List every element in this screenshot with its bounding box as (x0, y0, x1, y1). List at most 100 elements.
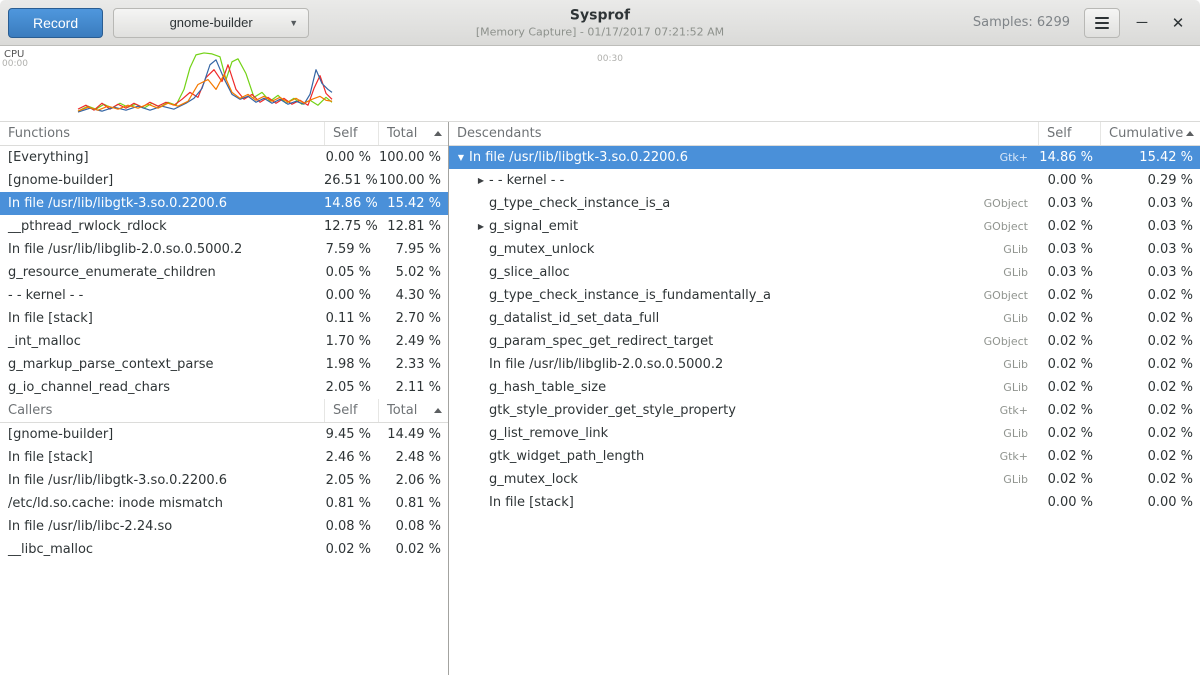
function-name-cell: In file /usr/lib/libgtk-3.so.0.2200.6 (0, 196, 324, 211)
column-header-cumulative[interactable]: Cumulative (1100, 122, 1200, 145)
function-name-cell: __libc_malloc (0, 542, 324, 557)
function-name: In file /usr/lib/libgtk-3.so.0.2200.6 (469, 150, 688, 165)
table-row[interactable]: In file [stack]0.11 %2.70 % (0, 307, 448, 330)
expander-closed-icon[interactable]: ▶ (473, 222, 489, 231)
tree-row[interactable]: g_mutex_lockGLib0.02 %0.02 % (449, 468, 1200, 491)
column-header-descendants[interactable]: Descendants (449, 122, 1038, 145)
functions-table: [Everything]0.00 %100.00 %[gnome-builder… (0, 146, 448, 399)
tree-row[interactable]: gtk_widget_path_lengthGtk+0.02 %0.02 % (449, 445, 1200, 468)
function-name-cell: g_io_channel_read_chars (0, 380, 324, 395)
table-row[interactable]: In file /usr/lib/libc-2.24.so0.08 %0.08 … (0, 515, 448, 538)
table-row[interactable]: _int_malloc1.70 %2.49 % (0, 330, 448, 353)
table-row[interactable]: In file /usr/lib/libgtk-3.so.0.2200.614.… (0, 192, 448, 215)
cumulative-percent-cell: 0.03 % (1100, 242, 1200, 257)
function-name: g_type_check_instance_is_a (489, 196, 670, 211)
library-tag: GLib (1003, 381, 1038, 394)
total-percent-cell: 14.49 % (378, 427, 448, 442)
table-row[interactable]: [gnome-builder]9.45 %14.49 % (0, 423, 448, 446)
tree-row[interactable]: g_type_check_instance_is_aGObject0.03 %0… (449, 192, 1200, 215)
tree-row[interactable]: g_slice_allocGLib0.03 %0.03 % (449, 261, 1200, 284)
total-percent-cell: 100.00 % (378, 173, 448, 188)
record-button[interactable]: Record (8, 8, 103, 38)
library-tag: GLib (1003, 358, 1038, 371)
library-tag: GObject (984, 220, 1038, 233)
cumulative-percent-cell: 0.03 % (1100, 219, 1200, 234)
column-header-total[interactable]: Total (378, 122, 448, 145)
cumulative-percent-cell: 15.42 % (1100, 150, 1200, 165)
tree-row[interactable]: In file /usr/lib/libglib-2.0.so.0.5000.2… (449, 353, 1200, 376)
cpu-timeline[interactable]: CPU 00:00 00:30 (0, 46, 1200, 122)
descendant-name-cell: g_list_remove_linkGLib (449, 426, 1038, 441)
minimize-button[interactable]: ─ (1128, 9, 1156, 37)
function-name: g_datalist_id_set_data_full (489, 311, 659, 326)
tree-row[interactable]: g_datalist_id_set_data_fullGLib0.02 %0.0… (449, 307, 1200, 330)
table-row[interactable]: [gnome-builder]26.51 %100.00 % (0, 169, 448, 192)
function-name: In file [stack] (489, 495, 574, 510)
tree-row[interactable]: g_type_check_instance_is_fundamentally_a… (449, 284, 1200, 307)
self-percent-cell: 0.03 % (1038, 242, 1100, 257)
library-tag: GObject (984, 289, 1038, 302)
library-tag: Gtk+ (1000, 404, 1038, 417)
self-percent-cell: 0.81 % (324, 496, 378, 511)
function-name-cell: [gnome-builder] (0, 427, 324, 442)
function-name: g_slice_alloc (489, 265, 570, 280)
callers-table-header: Callers Self Total (0, 399, 448, 423)
total-percent-cell: 0.08 % (378, 519, 448, 534)
hamburger-icon (1095, 17, 1109, 19)
descendant-name-cell: g_datalist_id_set_data_full GLib (449, 311, 1038, 326)
function-name: g_mutex_unlock (489, 242, 594, 257)
function-name-cell: g_resource_enumerate_children (0, 265, 324, 280)
function-name: - - kernel - - (489, 173, 564, 188)
tree-row[interactable]: gtk_style_provider_get_style_propertyGtk… (449, 399, 1200, 422)
tree-row[interactable]: ▶g_signal_emitGObject0.02 %0.03 % (449, 215, 1200, 238)
expander-closed-icon[interactable]: ▶ (473, 176, 489, 185)
library-tag: GLib (1003, 312, 1038, 325)
tree-row[interactable]: In file [stack]0.00 %0.00 % (449, 491, 1200, 514)
table-row[interactable]: In file [stack]2.46 %2.48 % (0, 446, 448, 469)
close-button[interactable]: ✕ (1164, 9, 1192, 37)
table-row[interactable]: /etc/ld.so.cache: inode mismatch0.81 %0.… (0, 492, 448, 515)
timeline-time-start: 00:00 (2, 59, 28, 69)
column-header-self[interactable]: Self (324, 399, 378, 422)
column-header-callers[interactable]: Callers (0, 399, 324, 422)
table-row[interactable]: In file /usr/lib/libglib-2.0.so.0.5000.2… (0, 238, 448, 261)
descendant-name-cell: In file /usr/lib/libglib-2.0.so.0.5000.2… (449, 357, 1038, 372)
column-header-self[interactable]: Self (324, 122, 378, 145)
self-percent-cell: 0.02 % (1038, 426, 1100, 441)
table-row[interactable]: __pthread_rwlock_rdlock12.75 %12.81 % (0, 215, 448, 238)
descendant-name-cell: g_mutex_unlock GLib (449, 242, 1038, 257)
tree-row[interactable]: g_list_remove_linkGLib0.02 %0.02 % (449, 422, 1200, 445)
right-pane: Descendants Self Cumulative ▼In file /us… (449, 122, 1200, 675)
table-row[interactable]: __libc_malloc0.02 %0.02 % (0, 538, 448, 561)
total-percent-cell: 4.30 % (378, 288, 448, 303)
process-selector-label: gnome-builder (170, 15, 253, 30)
table-row[interactable]: [Everything]0.00 %100.00 % (0, 146, 448, 169)
table-row[interactable]: In file /usr/lib/libgtk-3.so.0.2200.62.0… (0, 469, 448, 492)
table-row[interactable]: g_resource_enumerate_children0.05 %5.02 … (0, 261, 448, 284)
tree-row[interactable]: ▼In file /usr/lib/libgtk-3.so.0.2200.6Gt… (449, 146, 1200, 169)
process-selector[interactable]: gnome-builder ▼ (113, 8, 309, 38)
column-header-functions[interactable]: Functions (0, 122, 324, 145)
left-pane: Functions Self Total [Everything]0.00 %1… (0, 122, 449, 675)
table-row[interactable]: - - kernel - -0.00 %4.30 % (0, 284, 448, 307)
tree-row[interactable]: g_mutex_unlockGLib0.03 %0.03 % (449, 238, 1200, 261)
header-right-controls: Samples: 6299 ─ ✕ (973, 8, 1192, 38)
table-row[interactable]: g_markup_parse_context_parse1.98 %2.33 % (0, 353, 448, 376)
cumulative-percent-cell: 0.03 % (1100, 196, 1200, 211)
tree-row[interactable]: g_hash_table_sizeGLib0.02 %0.02 % (449, 376, 1200, 399)
total-percent-cell: 7.95 % (378, 242, 448, 257)
function-name: g_mutex_lock (489, 472, 578, 487)
table-row[interactable]: g_io_channel_read_chars2.05 %2.11 % (0, 376, 448, 399)
cumulative-percent-cell: 0.02 % (1100, 380, 1200, 395)
column-header-self[interactable]: Self (1038, 122, 1100, 145)
tree-row[interactable]: ▶- - kernel - -0.00 %0.29 % (449, 169, 1200, 192)
cumulative-percent-cell: 0.02 % (1100, 449, 1200, 464)
self-percent-cell: 0.02 % (1038, 288, 1100, 303)
column-header-total[interactable]: Total (378, 399, 448, 422)
menu-button[interactable] (1084, 8, 1120, 38)
expander-open-icon[interactable]: ▼ (453, 153, 469, 162)
library-tag: GLib (1003, 243, 1038, 256)
descendant-name-cell: g_param_spec_get_redirect_targetGObject (449, 334, 1038, 349)
cumulative-percent-cell: 0.02 % (1100, 334, 1200, 349)
tree-row[interactable]: g_param_spec_get_redirect_targetGObject 0… (449, 330, 1200, 353)
